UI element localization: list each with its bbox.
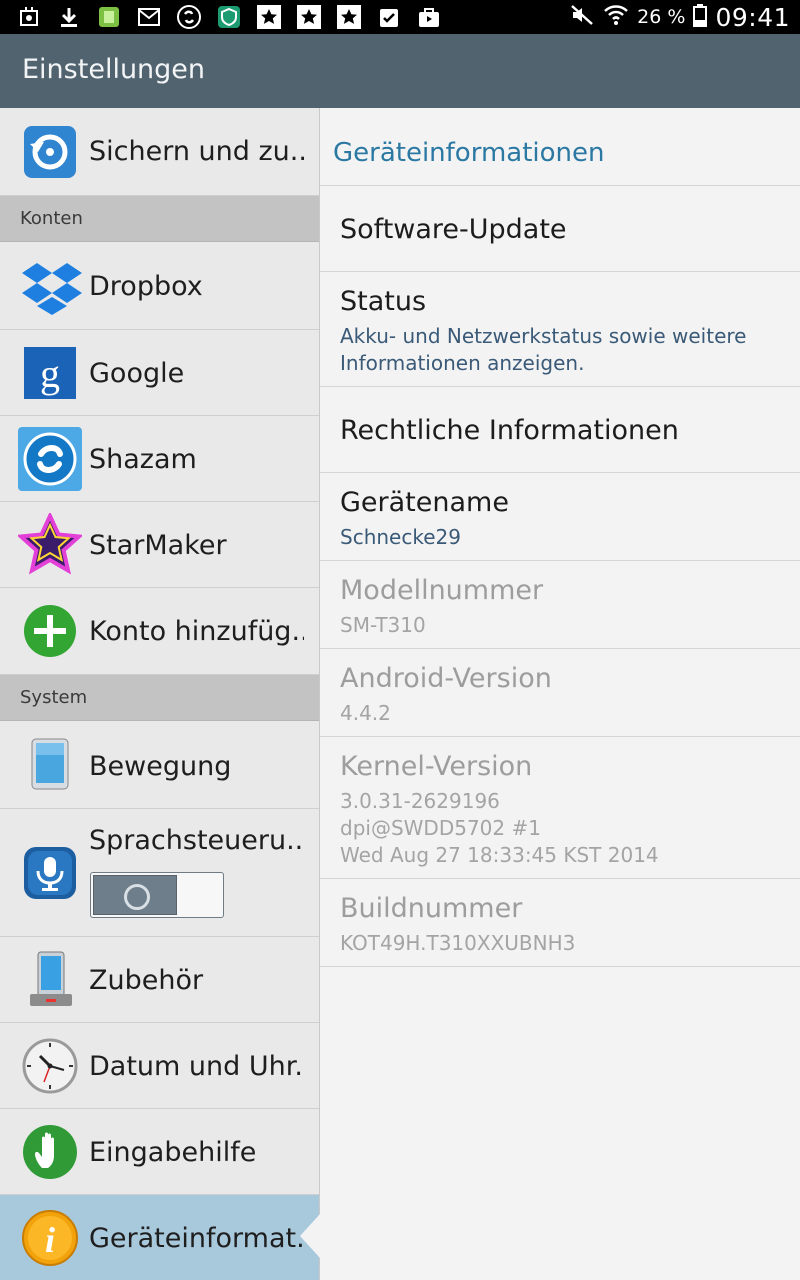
device-name-item[interactable]: Gerätename Schnecke29	[320, 473, 800, 561]
item-title: Android-Version	[340, 663, 552, 694]
menu-item-add-account[interactable]: Konto hinzufüg..	[0, 588, 319, 675]
mute-icon	[569, 3, 595, 31]
menu-item-dropbox[interactable]: Dropbox	[0, 242, 319, 330]
action-bar: Einstellungen	[0, 34, 800, 108]
menu-item-label: Dropbox	[89, 271, 203, 302]
item-subtitle: Informationen anzeigen.	[340, 351, 585, 375]
shazam-icon	[18, 427, 82, 491]
shield-icon	[216, 4, 242, 30]
menu-item-label: Geräteinformat..	[89, 1223, 304, 1254]
selection-pointer	[300, 1214, 320, 1258]
menu-item-accessibility[interactable]: Eingabehilfe	[0, 1109, 319, 1195]
google-icon: g	[18, 341, 82, 405]
model-number-item: Modellnummer SM-T310	[320, 561, 800, 649]
menu-item-device-info[interactable]: i Geräteinformat..	[0, 1195, 319, 1280]
item-title: Status	[340, 286, 427, 317]
page-title: Einstellungen	[22, 54, 206, 85]
item-subtitle: Wed Aug 27 18:33:45 KST 2014	[340, 843, 659, 867]
wifi-icon	[603, 3, 629, 31]
item-subtitle: SM-T310	[340, 613, 426, 637]
menu-item-label: Shazam	[89, 444, 197, 475]
menu-item-label: Sprachsteueru..	[89, 825, 304, 856]
voice-control-toggle[interactable]	[90, 872, 224, 918]
star-icon	[256, 4, 282, 30]
menu-item-accessories[interactable]: Zubehör	[0, 937, 319, 1023]
menu-item-label: Google	[89, 358, 185, 389]
status-bar: 26 % 09:41	[0, 0, 800, 34]
item-title: Modellnummer	[340, 575, 544, 606]
svg-text:g: g	[40, 351, 60, 396]
item-subtitle: 4.4.2	[340, 701, 391, 725]
section-header-system: System	[0, 675, 319, 721]
item-title: Buildnummer	[340, 893, 523, 924]
motion-tablet-icon	[18, 733, 82, 797]
menu-item-voice-control[interactable]: Sprachsteueru..	[0, 809, 319, 937]
clock-icon	[18, 1034, 82, 1098]
menu-item-label: Datum und Uhr..	[89, 1051, 304, 1082]
star-icon	[336, 4, 362, 30]
settings-menu[interactable]: Sichern und zu.. Konten Dropbox g Google…	[0, 108, 320, 1280]
item-subtitle: dpi@SWDD5702 #1	[340, 816, 541, 840]
clipboard-check-icon	[376, 4, 402, 30]
legal-info-item[interactable]: Rechtliche Informationen	[320, 387, 800, 473]
backup-restore-icon	[18, 120, 82, 184]
shopping-bag-icon	[416, 4, 442, 30]
star-icon	[296, 4, 322, 30]
menu-item-label: Konto hinzufüg..	[89, 616, 304, 647]
menu-item-backup[interactable]: Sichern und zu..	[0, 108, 319, 196]
battery-percent: 26 %	[637, 6, 686, 28]
cpu-icon	[16, 4, 42, 30]
item-title: Rechtliche Informationen	[340, 415, 679, 446]
dropbox-icon	[18, 254, 82, 318]
info-icon: i	[18, 1206, 82, 1270]
toggle-knob[interactable]	[93, 875, 177, 915]
starmaker-icon	[16, 511, 84, 577]
dock-tablet-icon	[18, 948, 82, 1012]
menu-item-label: Sichern und zu..	[89, 136, 304, 167]
item-title: Kernel-Version	[340, 751, 533, 782]
menu-item-label: Eingabehilfe	[89, 1137, 257, 1168]
item-title: Gerätename	[340, 487, 509, 518]
panel-title: Geräteinformationen	[333, 138, 605, 168]
software-update-item[interactable]: Software-Update	[320, 186, 800, 272]
device-info-panel: Geräteinformationen Software-Update Stat…	[320, 108, 800, 1280]
microphone-icon	[18, 841, 82, 905]
item-subtitle: Akku- und Netzwerkstatus sowie weitere	[340, 324, 747, 348]
item-subtitle: KOT49H.T310XXUBNH3	[340, 931, 576, 955]
battery-icon	[693, 3, 708, 31]
item-title: Software-Update	[340, 214, 567, 245]
menu-item-label: Bewegung	[89, 751, 232, 782]
panel-header: Geräteinformationen	[320, 108, 800, 186]
shazam-icon	[176, 4, 202, 30]
item-subtitle: 3.0.31-2629196	[340, 789, 500, 813]
menu-item-google[interactable]: g Google	[0, 330, 319, 416]
hand-icon	[18, 1120, 82, 1184]
menu-item-shazam[interactable]: Shazam	[0, 416, 319, 502]
clock: 09:41	[715, 2, 790, 32]
menu-item-label: Zubehör	[89, 965, 204, 996]
menu-item-date-time[interactable]: Datum und Uhr..	[0, 1023, 319, 1109]
kernel-version-item: Kernel-Version 3.0.31-2629196 dpi@SWDD57…	[320, 737, 800, 879]
menu-item-starmaker[interactable]: StarMaker	[0, 502, 319, 588]
gmail-icon	[136, 4, 162, 30]
apk-icon	[96, 4, 122, 30]
android-version-item[interactable]: Android-Version 4.4.2	[320, 649, 800, 737]
status-item[interactable]: Status Akku- und Netzwerkstatus sowie we…	[320, 272, 800, 387]
svg-text:i: i	[45, 1220, 55, 1260]
menu-item-label: StarMaker	[89, 530, 227, 561]
item-subtitle: Schnecke29	[340, 525, 461, 549]
section-header-accounts: Konten	[0, 196, 319, 242]
section-header-label: System	[20, 687, 88, 708]
add-circle-icon	[18, 599, 82, 663]
download-icon	[56, 4, 82, 30]
build-number-item[interactable]: Buildnummer KOT49H.T310XXUBNH3	[320, 879, 800, 967]
section-header-label: Konten	[20, 208, 83, 229]
menu-item-motion[interactable]: Bewegung	[0, 721, 319, 809]
